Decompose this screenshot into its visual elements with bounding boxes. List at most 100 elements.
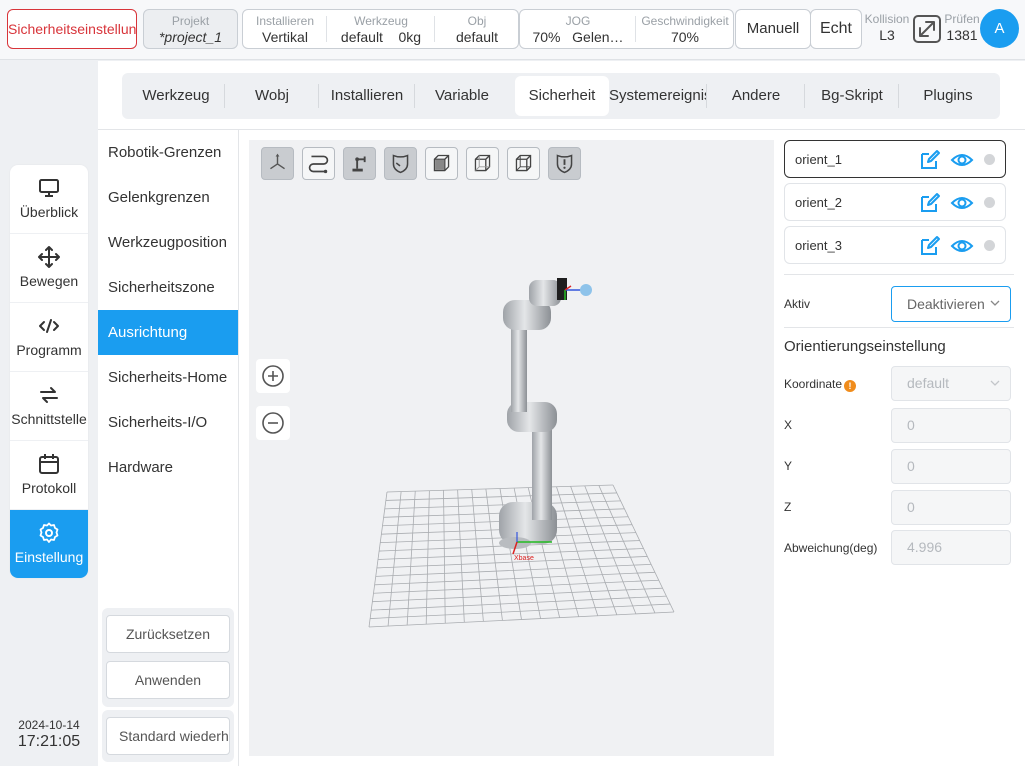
orient-list-item[interactable]: orient_2 <box>784 183 1006 221</box>
edit-icon[interactable] <box>919 235 941 257</box>
nav-label: Einstellung <box>14 549 84 565</box>
submenu-tool-position[interactable]: Werkzeugposition <box>98 220 238 265</box>
code-icon <box>39 319 59 333</box>
collision-indicator[interactable]: Kollision L3 <box>863 12 911 44</box>
orient-name: orient_2 <box>795 195 842 210</box>
robot-arm-model: Xbase <box>499 278 592 562</box>
check-label: Prüfen <box>944 12 980 26</box>
project-value: *project_1 <box>158 29 223 45</box>
tab-plugins[interactable]: Plugins <box>899 76 997 116</box>
jog-speed-group[interactable]: JOG 70% Gelen… Geschwindigkeit 70% <box>519 9 734 49</box>
separator <box>520 16 636 42</box>
x-label: X <box>784 418 793 432</box>
active-select[interactable]: Deaktivieren <box>891 286 1011 322</box>
manual-mode-button[interactable]: Manuell <box>735 9 811 49</box>
submenu-hardware[interactable]: Hardware <box>98 445 238 490</box>
orient-list-item[interactable]: orient_3 <box>784 226 1006 264</box>
orient-name: orient_3 <box>795 238 842 253</box>
check-value: 1381 <box>946 27 978 43</box>
active-label: Aktiv <box>784 297 811 311</box>
apply-button[interactable]: Anwenden <box>106 661 230 699</box>
safety-settings-button[interactable]: Sicherheitseinstellung <box>7 9 137 49</box>
gear-icon <box>39 522 59 543</box>
divider <box>238 130 239 766</box>
monitor-icon <box>39 179 59 197</box>
coordinate-label: Koordinate! <box>784 377 857 392</box>
edit-icon[interactable] <box>919 192 941 214</box>
divider <box>784 327 1014 328</box>
left-navigation: Überblick Bewegen Programm Schnittstelle… <box>10 165 88 578</box>
separator <box>243 16 327 42</box>
nav-label: Protokoll <box>21 480 77 496</box>
clock-date: 2024-10-14 <box>18 718 80 732</box>
exchange-arrows-icon <box>40 387 58 403</box>
eye-icon[interactable] <box>950 149 974 171</box>
divider <box>784 274 1014 275</box>
nav-item-settings[interactable]: Einstellung <box>10 510 88 578</box>
nav-label: Schnittstelle <box>11 411 87 427</box>
real-mode-button[interactable]: Echt <box>810 9 862 49</box>
submenu-safety-zone[interactable]: Sicherheitszone <box>98 265 238 310</box>
nav-label: Überblick <box>19 204 79 220</box>
obj-value: default <box>455 29 499 45</box>
reset-button[interactable]: Zurücksetzen <box>106 615 230 653</box>
warning-icon[interactable]: ! <box>844 380 857 392</box>
submenu-safety-io[interactable]: Sicherheits-I/O <box>98 400 238 445</box>
submenu-safety-home[interactable]: Sicherheits-Home <box>98 355 238 400</box>
submenu-orientation[interactable]: Ausrichtung <box>98 310 238 355</box>
status-dot <box>984 197 995 208</box>
coordinate-select: default <box>891 366 1011 401</box>
top-bar: Sicherheitseinstellung Projekt *project_… <box>0 0 1025 60</box>
collision-label: Kollision <box>864 12 910 26</box>
project-indicator[interactable]: Projekt *project_1 <box>143 9 238 49</box>
edit-icon[interactable] <box>919 149 941 171</box>
restore-defaults-button[interactable]: Standard wiederherstellen <box>106 717 230 755</box>
tab-install[interactable]: Installieren <box>319 76 415 116</box>
obj-indicator[interactable]: Obj default <box>435 10 519 48</box>
nav-item-interface[interactable]: Schnittstelle <box>10 372 88 441</box>
section-title: Orientierungseinstellung <box>784 338 946 355</box>
tab-tool[interactable]: Werkzeug <box>127 76 225 116</box>
settings-tabs: Werkzeug Wobj Installieren Variable Sich… <box>122 73 1000 119</box>
status-dot <box>984 154 995 165</box>
tab-system-events[interactable]: Systemereignis <box>609 76 707 116</box>
user-avatar[interactable]: A <box>980 9 1019 48</box>
nav-item-overview[interactable]: Überblick <box>10 165 88 234</box>
tab-bg-script[interactable]: Bg-Skript <box>805 76 899 116</box>
deviation-field: 4.996 <box>891 530 1011 565</box>
speed-indicator[interactable]: Geschwindigkeit 70% <box>636 10 734 48</box>
project-label: Projekt <box>171 14 210 28</box>
nav-item-program[interactable]: Programm <box>10 303 88 372</box>
speed-value: 70% <box>670 29 700 45</box>
y-label: Y <box>784 459 793 473</box>
eye-icon[interactable] <box>950 192 974 214</box>
system-clock: 2024-10-14 17:21:05 <box>10 718 88 751</box>
calendar-icon <box>39 454 59 474</box>
install-tool-obj-group[interactable]: Installieren Vertikal Werkzeug default 0… <box>242 9 519 49</box>
expand-icon[interactable] <box>912 14 942 44</box>
tab-wobj[interactable]: Wobj <box>225 76 319 116</box>
tab-safety[interactable]: Sicherheit <box>515 76 609 116</box>
separator <box>327 16 435 42</box>
move-arrows-icon <box>38 246 60 268</box>
submenu-joint-limits[interactable]: Gelenkgrenzen <box>98 175 238 220</box>
collision-value: L3 <box>879 27 895 43</box>
orient-list-item[interactable]: orient_1 <box>784 140 1006 178</box>
tab-variable[interactable]: Variable <box>415 76 509 116</box>
nav-item-move[interactable]: Bewegen <box>10 234 88 303</box>
clock-time: 17:21:05 <box>17 733 81 750</box>
nav-label: Bewegen <box>19 273 79 289</box>
tab-other[interactable]: Andere <box>707 76 805 116</box>
nav-label: Programm <box>16 342 82 358</box>
deviation-label: Abweichung(deg) <box>784 541 878 555</box>
eye-icon[interactable] <box>950 235 974 257</box>
nav-item-log[interactable]: Protokoll <box>10 441 88 510</box>
active-select-value: Deaktivieren <box>907 296 985 312</box>
robot-3d-viewport[interactable]: Xbase <box>249 140 774 756</box>
y-field: 0 <box>891 449 1011 484</box>
submenu-robot-limits[interactable]: Robotik-Grenzen <box>98 130 238 175</box>
chevron-down-icon <box>990 380 1000 386</box>
obj-label: Obj <box>467 14 487 28</box>
base-axis-label: Xbase <box>514 555 534 562</box>
check-indicator[interactable]: Prüfen 1381 <box>944 12 980 44</box>
